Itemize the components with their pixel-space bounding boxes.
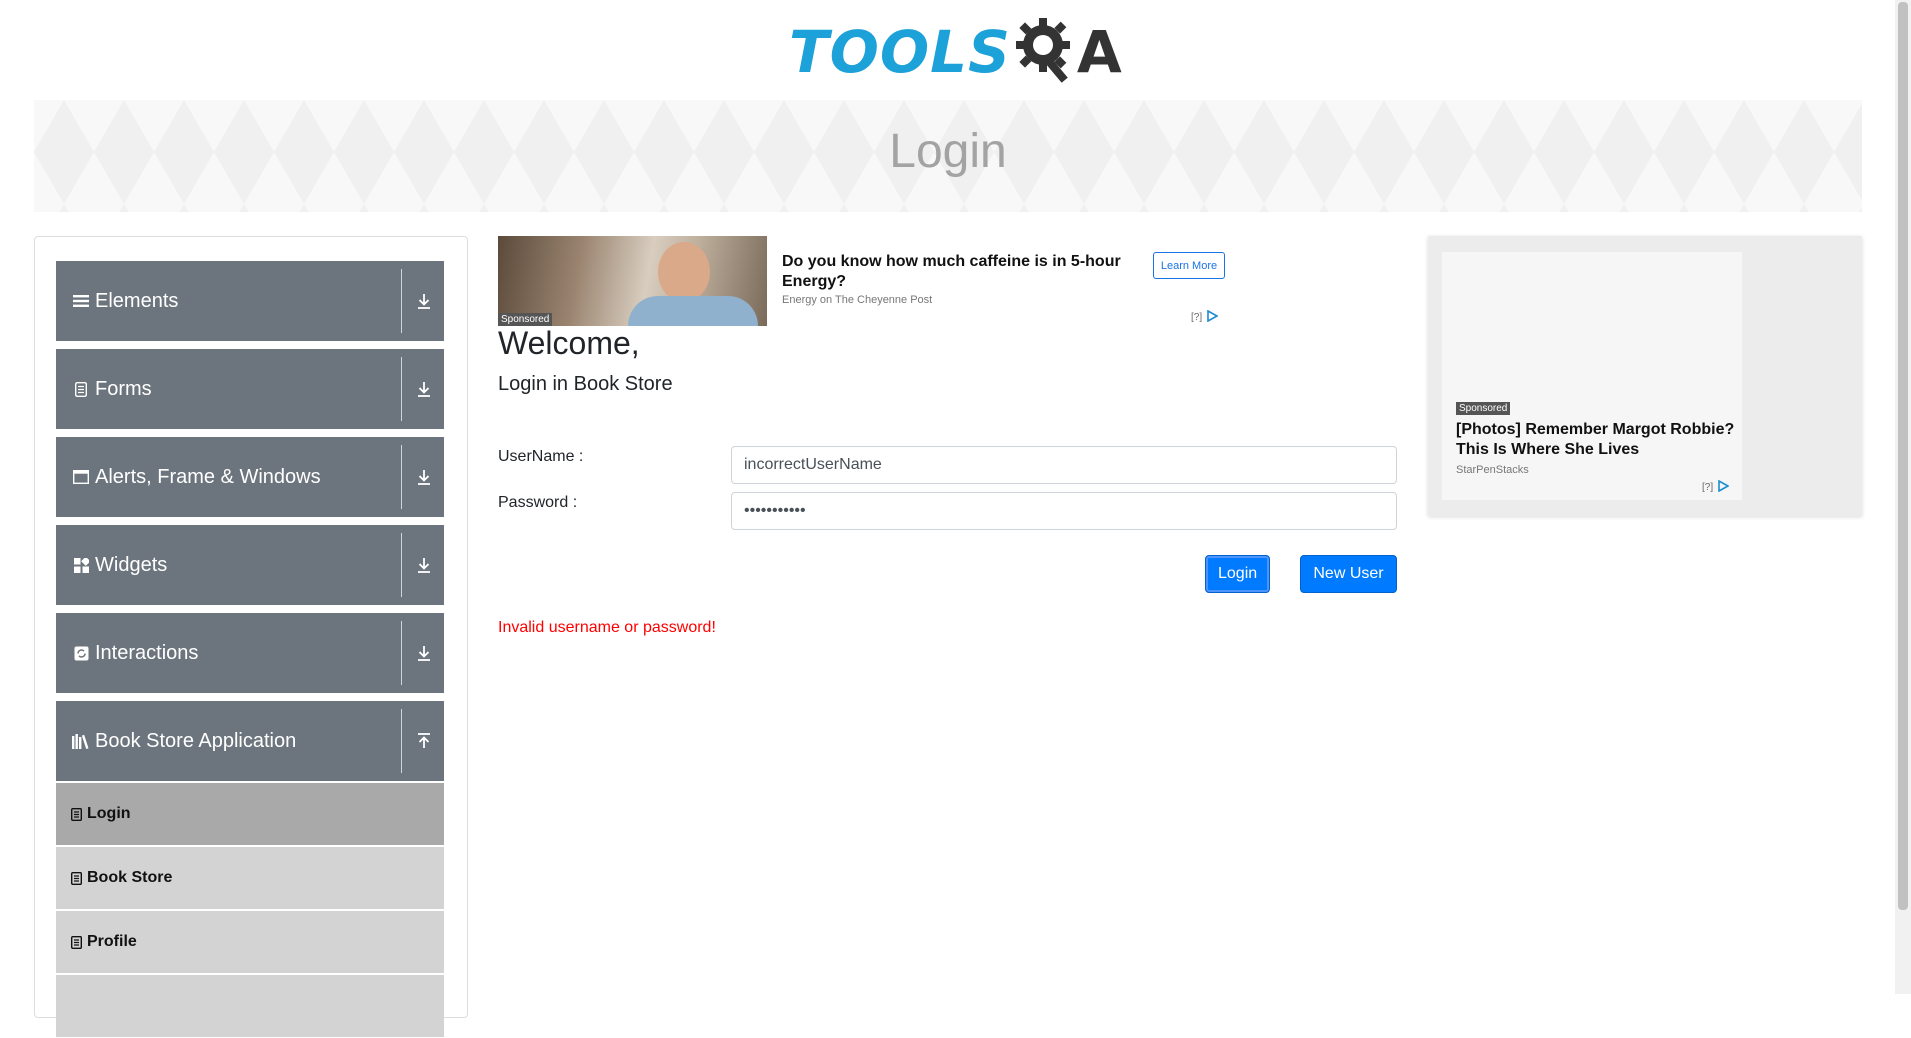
login-subtitle: Login in Book Store — [498, 373, 673, 395]
sidebar-item-label: Profile — [87, 933, 137, 950]
sidebar-group-alerts[interactable]: Alerts, Frame & Windows — [56, 437, 444, 517]
sidebar-group-label: Widgets — [95, 553, 168, 576]
password-label: Password : — [498, 494, 578, 511]
divider — [401, 709, 402, 773]
ad-source[interactable]: StarPenStacks — [1456, 464, 1529, 476]
divider — [401, 445, 402, 509]
divider — [401, 269, 402, 333]
page-banner: Login — [34, 100, 1862, 212]
password-input[interactable] — [731, 492, 1397, 530]
file-icon — [70, 871, 82, 885]
file-icon — [70, 807, 82, 821]
ad-info-text: [?] — [1191, 312, 1203, 323]
expand-icon[interactable] — [413, 378, 435, 400]
sidebar-item-login[interactable]: Login — [56, 783, 444, 846]
ad-headline[interactable]: Do you know how much caffeine is in 5-ho… — [782, 252, 1132, 292]
document-icon — [72, 380, 90, 398]
adchoices-icon — [1206, 309, 1219, 325]
sidebar-group-forms[interactable]: Forms — [56, 349, 444, 429]
file-icon — [70, 935, 82, 949]
ad-info-text: [?] — [1702, 482, 1714, 493]
toolsqa-logo[interactable]: TOOLS A — [789, 12, 1122, 92]
sponsored-ad-right[interactable]: Sponsored [Photos] Remember Margot Robbi… — [1428, 236, 1862, 516]
expand-icon[interactable] — [413, 642, 435, 664]
list-icon — [72, 292, 90, 310]
login-button[interactable]: Login — [1205, 555, 1270, 593]
adchoices-icon — [1717, 479, 1730, 495]
divider — [401, 621, 402, 685]
ad-info[interactable]: [?] — [1191, 309, 1219, 325]
sidebar-group-interactions[interactable]: Interactions — [56, 613, 444, 693]
ad-source[interactable]: Energy on The Cheyenne Post — [782, 294, 932, 306]
scrollbar-thumb[interactable] — [1898, 2, 1908, 910]
welcome-heading: Welcome, — [498, 325, 640, 361]
sidebar-item-more[interactable] — [56, 975, 444, 1038]
logo-text: TOOLS — [789, 18, 1011, 86]
sponsored-badge: Sponsored — [1456, 402, 1511, 415]
refresh-icon — [72, 644, 90, 662]
ad-image[interactable]: Sponsored — [498, 236, 767, 326]
logo-text-a: A — [1076, 18, 1122, 86]
username-label: UserName : — [498, 448, 584, 465]
sidebar-group-label: Alerts, Frame & Windows — [95, 465, 321, 488]
error-message: Invalid username or password! — [498, 619, 716, 636]
sidebar-item-profile[interactable]: Profile — [56, 911, 444, 974]
learn-more-button[interactable]: Learn More — [1153, 252, 1225, 279]
divider — [401, 357, 402, 421]
sidebar-group-label: Forms — [95, 377, 152, 400]
new-user-button[interactable]: New User — [1300, 555, 1397, 593]
window-icon — [72, 468, 90, 486]
sidebar-group-label: Interactions — [95, 641, 199, 664]
page-title: Login — [889, 125, 1007, 178]
page-scrollbar[interactable] — [1895, 0, 1911, 994]
expand-icon[interactable] — [413, 290, 435, 312]
ad-card[interactable]: Sponsored [Photos] Remember Margot Robbi… — [1442, 252, 1742, 500]
sidebar: Elements Forms Alerts, Frame & Windows W… — [34, 236, 468, 1038]
username-input[interactable] — [731, 446, 1397, 484]
sidebar-group-label: Elements — [95, 289, 179, 312]
sidebar-item-label: Login — [87, 805, 131, 822]
sidebar-group-elements[interactable]: Elements — [56, 261, 444, 341]
sidebar-item-book-store[interactable]: Book Store — [56, 847, 444, 910]
sidebar-group-label: Book Store Application — [95, 729, 297, 752]
ad-headline[interactable]: [Photos] Remember Margot Robbie? This Is… — [1456, 420, 1746, 460]
divider — [401, 533, 402, 597]
expand-icon[interactable] — [413, 554, 435, 576]
sidebar-group-widgets[interactable]: Widgets — [56, 525, 444, 605]
collapse-icon[interactable] — [413, 730, 435, 752]
books-icon — [72, 732, 90, 750]
gear-icon — [1015, 15, 1077, 90]
sponsored-ad-top[interactable]: Sponsored Do you know how much caffeine … — [498, 236, 1228, 326]
ad-info[interactable]: [?] — [1702, 479, 1730, 495]
grid-icon — [72, 556, 90, 574]
sidebar-group-book-store-application[interactable]: Book Store Application — [56, 701, 444, 781]
sidebar-item-label: Book Store — [87, 869, 173, 886]
expand-icon[interactable] — [413, 466, 435, 488]
